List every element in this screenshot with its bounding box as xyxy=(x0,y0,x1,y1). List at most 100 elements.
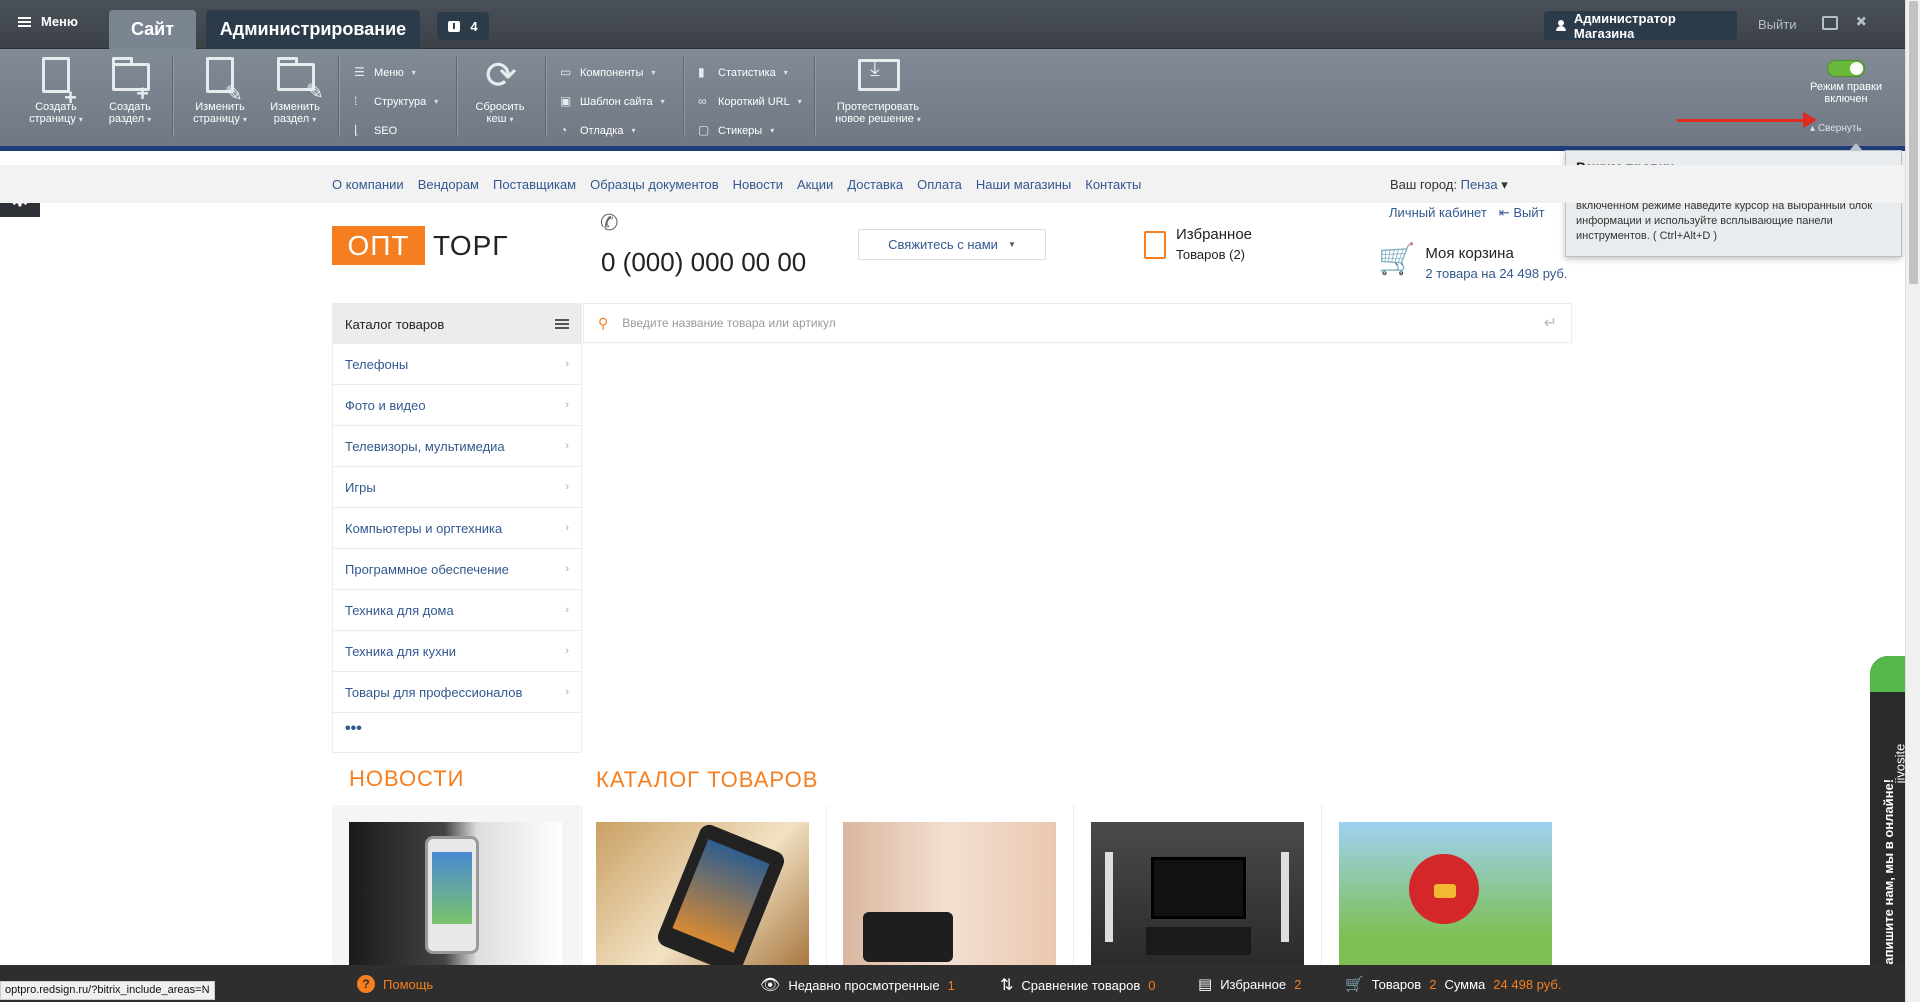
catalog-item[interactable]: Телефоны › xyxy=(333,344,581,385)
nav-stores[interactable]: Наши магазины xyxy=(976,177,1071,192)
statistics-icon: ▮ xyxy=(698,65,705,79)
product-image-camcorder[interactable] xyxy=(843,822,1056,967)
admin-user-name: Администратор Магазина xyxy=(1573,10,1676,41)
catalog-header[interactable]: Каталог товаров xyxy=(333,304,581,344)
nav-contacts[interactable]: Контакты xyxy=(1085,177,1141,192)
browser-status-url: optpro.redsign.ru/?bitrix_include_areas=… xyxy=(0,981,215,1000)
catalog-section-title[interactable]: КАТАЛОГ ТОВАРОВ xyxy=(596,767,818,793)
nav-news[interactable]: Новости xyxy=(733,177,783,192)
tab-site[interactable]: Сайт xyxy=(109,10,196,49)
test-solution-label-2: новое решение xyxy=(835,113,914,125)
news-section-title[interactable]: НОВОСТИ xyxy=(349,766,464,792)
admin-exit-link[interactable]: Выйти xyxy=(1758,17,1797,32)
catalog-item[interactable]: Техника для дома › xyxy=(333,590,581,631)
reset-cache-button[interactable]: ⟳ Сбросить кеш ▾ xyxy=(464,55,536,126)
cart-bottom-button[interactable]: 🛒 Товаров 2 Сумма 24 498 руб. xyxy=(1345,975,1561,993)
edit-page-button[interactable]: Изменить страницу ▾ xyxy=(182,55,258,126)
phone-number: 0 (000) 000 00 00 xyxy=(601,247,807,277)
create-section-label-2: раздел xyxy=(108,113,145,125)
edit-mode-toggle[interactable]: Режим правки включен xyxy=(1806,60,1886,105)
hamburger-icon xyxy=(18,16,31,27)
nav-payment[interactable]: Оплата xyxy=(917,177,962,192)
short-url-item[interactable]: ∞ Короткий URL ▾ xyxy=(698,87,802,116)
edit-mode-label-2: включен xyxy=(1824,93,1868,105)
favorites-link[interactable]: Избранное Товаров (2) xyxy=(1144,226,1252,262)
debug-gauge-icon: ◔ xyxy=(560,123,568,137)
account-links: Личный кабинет ⇤ Выйт xyxy=(1389,205,1545,221)
create-page-button[interactable]: Создать страницу ▾ xyxy=(20,55,92,126)
stickers-item[interactable]: ▢ Стикеры ▾ xyxy=(698,116,802,145)
structure-item[interactable]: ⁞ Структура ▾ xyxy=(354,87,438,116)
debug-item[interactable]: ◔ Отладка ▾ xyxy=(560,116,665,145)
favorites-list-icon: ▤ xyxy=(1198,976,1213,993)
help-button[interactable]: ? Помощь xyxy=(357,975,433,993)
catalog-item[interactable]: Товары для профессионалов › xyxy=(333,672,581,713)
catalog-item[interactable]: Программное обеспечение › xyxy=(333,549,581,590)
components-item[interactable]: ▭ Компоненты ▾ xyxy=(560,58,665,87)
search-icon: ⚲ xyxy=(598,314,609,331)
jivosite-chat-widget[interactable]: jivosite Напишите нам, мы в онлайне! xyxy=(1870,656,1907,986)
compare-arrows-icon: ⇅ xyxy=(1000,977,1014,994)
product-image-tv[interactable] xyxy=(1091,822,1304,967)
test-solution-button[interactable]: Протестировать новое решение ▾ xyxy=(828,55,928,126)
tab-administration[interactable]: Администрирование xyxy=(206,10,420,49)
notifications-button[interactable]: 4 xyxy=(437,12,489,40)
template-icon: ▣ xyxy=(560,94,572,108)
catalog-item[interactable]: Телевизоры, мультимедиа › xyxy=(333,426,581,467)
nav-vendors[interactable]: Вендорам xyxy=(418,177,479,192)
admin-user-button[interactable]: Администратор Магазина xyxy=(1544,10,1737,41)
logout-link[interactable]: ⇤ Выйт xyxy=(1499,205,1545,221)
catalog-item[interactable]: Техника для кухни › xyxy=(333,631,581,672)
nav-about[interactable]: О компании xyxy=(332,177,404,192)
nav-promos[interactable]: Акции xyxy=(797,177,833,192)
personal-account-link[interactable]: Личный кабинет xyxy=(1389,205,1487,221)
toolbar-divider xyxy=(172,57,173,137)
collapse-toolbar-button[interactable]: ▴ Свернуть xyxy=(1810,123,1862,134)
contact-us-button[interactable]: Свяжитесь с нами ▼ xyxy=(858,229,1046,260)
notification-icon xyxy=(448,20,461,32)
bottom-panel: ? Помощь 👁 Недавно просмотренные 1 ⇅ Срав… xyxy=(0,965,1905,1002)
recently-viewed-button[interactable]: 👁 Недавно просмотренные 1 xyxy=(760,975,955,995)
create-section-button[interactable]: Создать раздел ▾ xyxy=(98,55,162,126)
product-image-htc[interactable] xyxy=(596,822,809,967)
catalog-more-button[interactable]: ••• xyxy=(333,713,581,745)
enter-icon[interactable]: ↵ xyxy=(1544,313,1557,333)
hamburger-icon xyxy=(555,319,569,329)
favorites-bottom-button[interactable]: ▤ Избранное 2 xyxy=(1198,975,1301,993)
edit-mode-label-1: Режим правки xyxy=(1810,81,1882,93)
seo-item[interactable]: ⌊ SEO xyxy=(354,116,438,145)
catalog-item[interactable]: Фото и видео › xyxy=(333,385,581,426)
cart-icon: 🛒 xyxy=(1378,243,1416,276)
phone-icon: ✆ xyxy=(600,210,619,235)
admin-top-bar: Меню Сайт Администрирование 4 Администра… xyxy=(0,0,1920,49)
admin-menu-button[interactable]: Меню xyxy=(18,14,78,29)
compare-button[interactable]: ⇅ Сравнение товаров 0 xyxy=(1000,975,1155,995)
edit-section-button[interactable]: Изменить раздел ▾ xyxy=(264,55,326,126)
catalog-item[interactable]: Компьютеры и оргтехника › xyxy=(333,508,581,549)
menu-item[interactable]: ☰ Меню ▾ xyxy=(354,58,438,87)
news-image-iphone[interactable] xyxy=(349,822,562,967)
nav-suppliers[interactable]: Поставщикам xyxy=(493,177,576,192)
city-selector[interactable]: Ваш город: Пенза ▾ xyxy=(1390,177,1508,193)
seo-chart-icon: ⌊ xyxy=(354,123,359,137)
search-input[interactable]: Введите название товара или артикул xyxy=(622,316,835,330)
search-bar[interactable]: ⚲ Введите название товара или артикул ↵ xyxy=(583,303,1572,343)
site-template-item[interactable]: ▣ Шаблон сайта ▾ xyxy=(560,87,665,116)
page-scrollbar[interactable] xyxy=(1905,0,1920,1002)
nav-delivery[interactable]: Доставка xyxy=(847,177,903,192)
pin-icon[interactable]: ✚ xyxy=(1851,11,1872,32)
reset-cache-label-2: кеш xyxy=(486,113,507,125)
nav-documents[interactable]: Образцы документов xyxy=(590,177,719,192)
cart-link[interactable]: 🛒 Моя корзина 2 товара на 24 498 руб. xyxy=(1378,243,1567,282)
catalog-menu: Каталог товаров Телефоны › Фото и видео › … xyxy=(332,303,582,753)
edit-section-label-2: раздел xyxy=(273,113,310,125)
statistics-item[interactable]: ▮ Статистика ▾ xyxy=(698,58,802,87)
create-page-label-1: Создать xyxy=(35,101,77,113)
site-logo[interactable]: ОПТ ТОРГ xyxy=(332,226,508,265)
scrollbar-thumb[interactable] xyxy=(1909,1,1918,284)
catalog-item[interactable]: Игры › xyxy=(333,467,581,508)
red-arrow-annotation xyxy=(1677,112,1817,128)
panel-settings-icon[interactable] xyxy=(1822,16,1838,30)
toolbar-list-2: ▭ Компоненты ▾ ▣ Шаблон сайта ▾ ◔ Отладка ▾ xyxy=(560,58,665,145)
product-image-angry-birds[interactable] xyxy=(1339,822,1552,967)
